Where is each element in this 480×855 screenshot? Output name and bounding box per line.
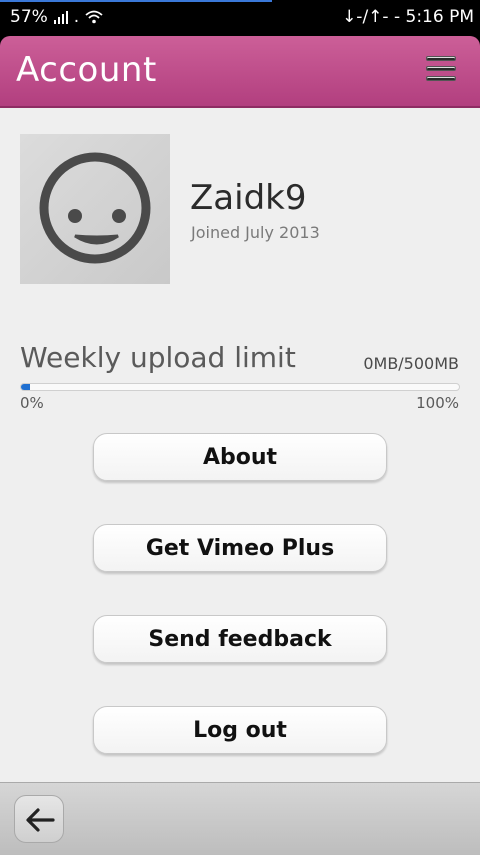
account-content: Zaidk9 Joined July 2013 Weekly upload li… [0, 108, 480, 782]
data-transfer-indicator: ↓-/↑- [342, 7, 389, 27]
page-title: Account [16, 50, 157, 90]
upload-limit-label: Weekly upload limit [20, 341, 296, 374]
app-header: Account [0, 36, 480, 108]
get-vimeo-plus-button[interactable]: Get Vimeo Plus [93, 524, 387, 572]
progress-max-label: 100% [416, 394, 459, 412]
status-separator: - [393, 7, 406, 27]
signal-strength-icon [53, 10, 68, 24]
battery-level: 57% [10, 7, 48, 27]
join-date: Joined July 2013 [191, 223, 320, 242]
avatar [20, 134, 170, 284]
about-button[interactable]: About [93, 433, 387, 481]
back-button[interactable] [14, 795, 64, 843]
send-feedback-button[interactable]: Send feedback [93, 615, 387, 663]
clock: 5:16 PM [405, 7, 475, 27]
network-dot: . [73, 7, 80, 27]
bottom-toolbar [0, 782, 480, 855]
upload-progress-bar [20, 383, 460, 391]
menu-icon[interactable] [426, 56, 458, 90]
smiley-face-icon [39, 152, 151, 264]
status-bar: 57% . ↓-/↑- - 5:16 PM [0, 0, 480, 34]
upload-usage: 0MB/500MB [363, 354, 459, 373]
back-arrow-icon [26, 808, 55, 832]
loading-progress-line [0, 0, 272, 2]
wifi-icon [85, 10, 103, 24]
log-out-button[interactable]: Log out [93, 706, 387, 754]
progress-min-label: 0% [20, 394, 44, 412]
upload-progress-fill [21, 384, 30, 390]
username: Zaidk9 [190, 178, 307, 218]
